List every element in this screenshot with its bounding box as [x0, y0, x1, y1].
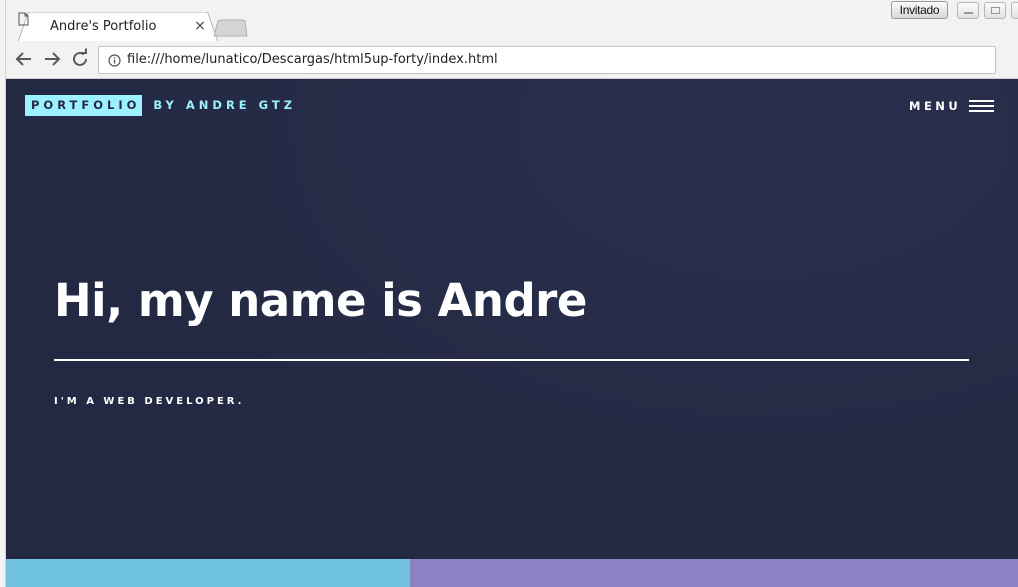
tab-active[interactable]: Andre's Portfolio × [18, 12, 218, 42]
maximize-icon[interactable] [984, 2, 1006, 19]
tab-close-icon[interactable]: × [192, 18, 208, 34]
hamburger-icon [969, 99, 995, 113]
address-bar[interactable]: file:///home/lunatico/Descargas/html5up-… [98, 46, 996, 74]
minimize-icon[interactable] [957, 2, 979, 19]
page-viewport: PORTFOLIO BY ANDRE GTZ MENU Hi, my name … [6, 79, 1018, 587]
banner-subtitle: I'M A WEB DEVELOPER. [54, 396, 245, 407]
close-icon[interactable] [1011, 2, 1018, 19]
menu-button[interactable]: MENU [909, 97, 995, 115]
menu-label: MENU [909, 99, 962, 113]
reload-icon[interactable] [69, 48, 91, 70]
info-icon[interactable] [108, 54, 121, 67]
url-text[interactable]: file:///home/lunatico/Descargas/html5up-… [127, 52, 498, 67]
arrow-left-icon[interactable] [13, 48, 35, 70]
site-logo[interactable]: PORTFOLIO BY ANDRE GTZ [25, 95, 296, 116]
logo-strong: PORTFOLIO [25, 95, 143, 116]
banner-divider [54, 359, 969, 361]
new-tab-button[interactable] [212, 19, 248, 37]
arrow-right-icon[interactable] [41, 48, 63, 70]
browser-toolbar: file:///home/lunatico/Descargas/html5up-… [6, 41, 1018, 79]
tab-strip: Andre's Portfolio × [6, 0, 1018, 42]
tab-title: Andre's Portfolio [50, 19, 157, 34]
tile-2[interactable] [410, 559, 1018, 587]
guest-profile-button[interactable]: Invitado [891, 1, 948, 19]
logo-byline: BY ANDRE GTZ [153, 98, 297, 112]
banner-title: Hi, my name is Andre [54, 274, 587, 327]
banner-background [6, 79, 1018, 587]
page-icon [18, 12, 29, 26]
tile-1[interactable] [6, 559, 410, 587]
